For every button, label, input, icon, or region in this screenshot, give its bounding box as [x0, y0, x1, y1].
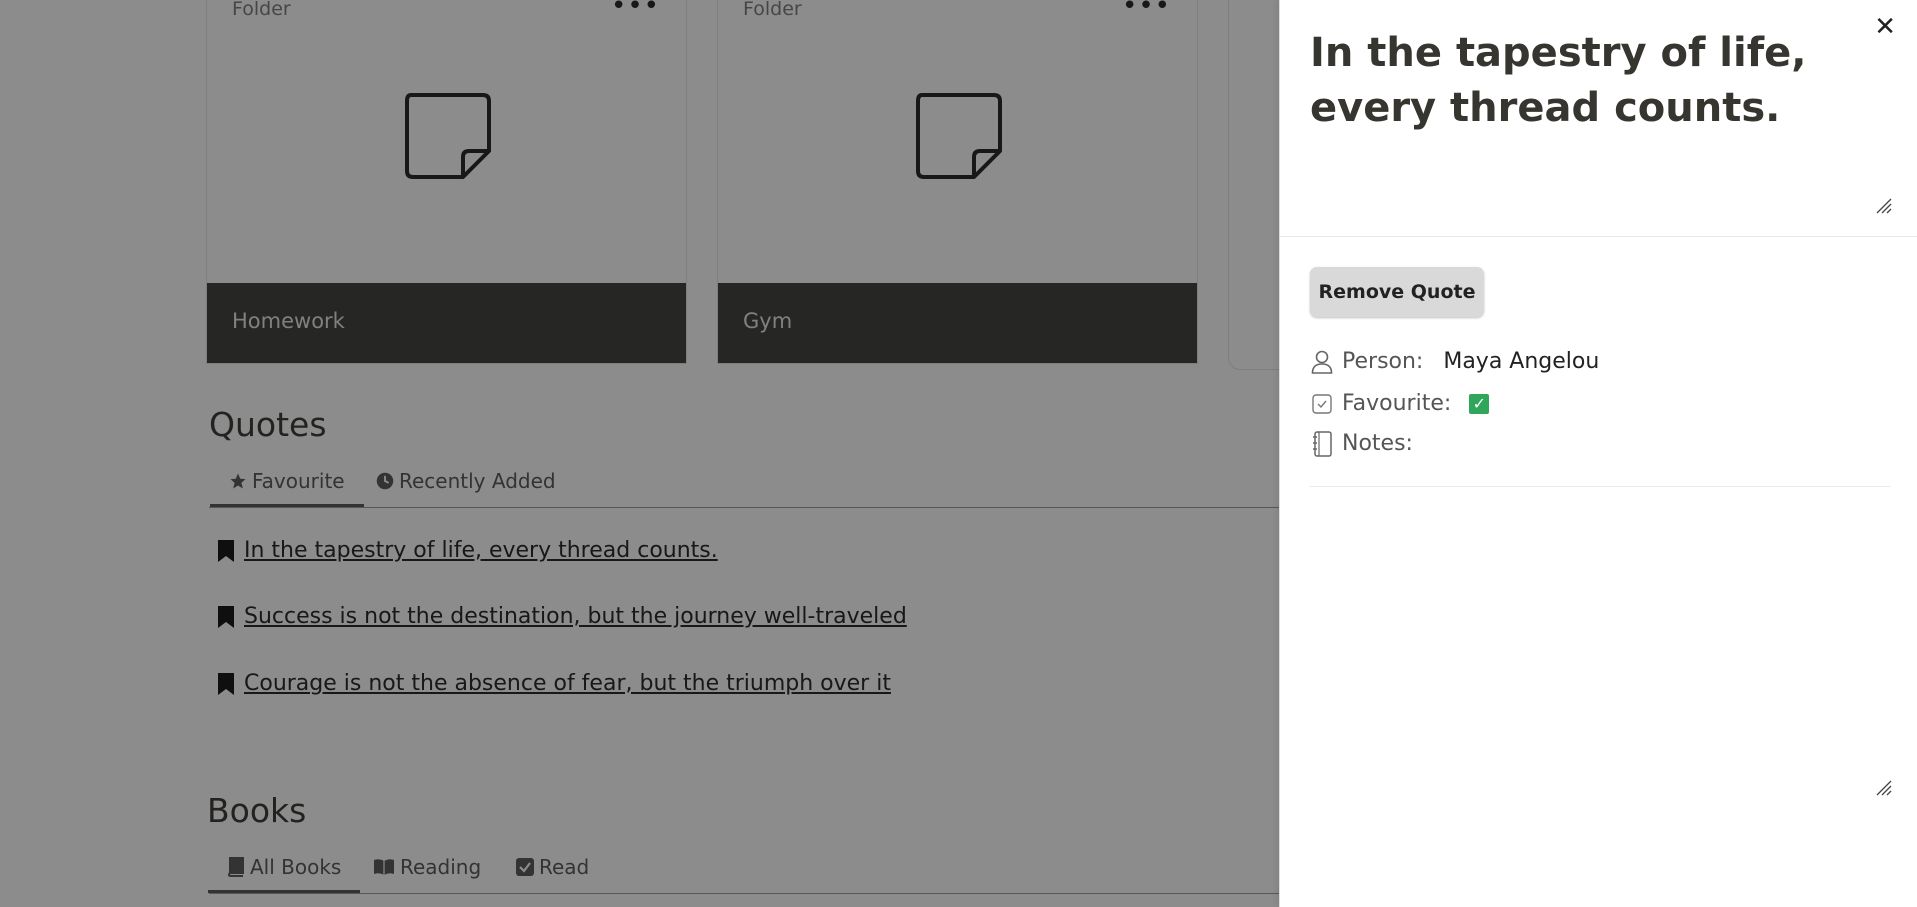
- person-label: Person:: [1342, 349, 1424, 374]
- divider: [1280, 236, 1917, 237]
- resize-handle-icon[interactable]: [1876, 780, 1892, 796]
- close-icon[interactable]: ✕: [1874, 12, 1896, 42]
- favourite-checkbox[interactable]: ✓: [1469, 393, 1490, 414]
- quote-detail-panel: ✕ In the tapestry of life, every thread …: [1279, 0, 1917, 907]
- favourite-property: Favourite: ✓: [1310, 391, 1490, 416]
- notes-label: Notes:: [1342, 431, 1413, 456]
- favourite-label: Favourite:: [1342, 391, 1452, 416]
- notebook-icon: [1310, 430, 1334, 457]
- person-icon: [1310, 350, 1334, 374]
- remove-quote-button[interactable]: Remove Quote: [1310, 267, 1484, 317]
- notes-property: Notes:: [1310, 430, 1413, 457]
- person-property: Person: Maya Angelou: [1310, 349, 1599, 374]
- notes-textarea[interactable]: [1310, 487, 1890, 797]
- resize-handle-icon[interactable]: [1876, 198, 1892, 214]
- checkbox-icon: [1310, 392, 1334, 416]
- quote-title-input[interactable]: In the tapestry of life, every thread co…: [1310, 26, 1830, 136]
- person-value[interactable]: Maya Angelou: [1443, 349, 1599, 374]
